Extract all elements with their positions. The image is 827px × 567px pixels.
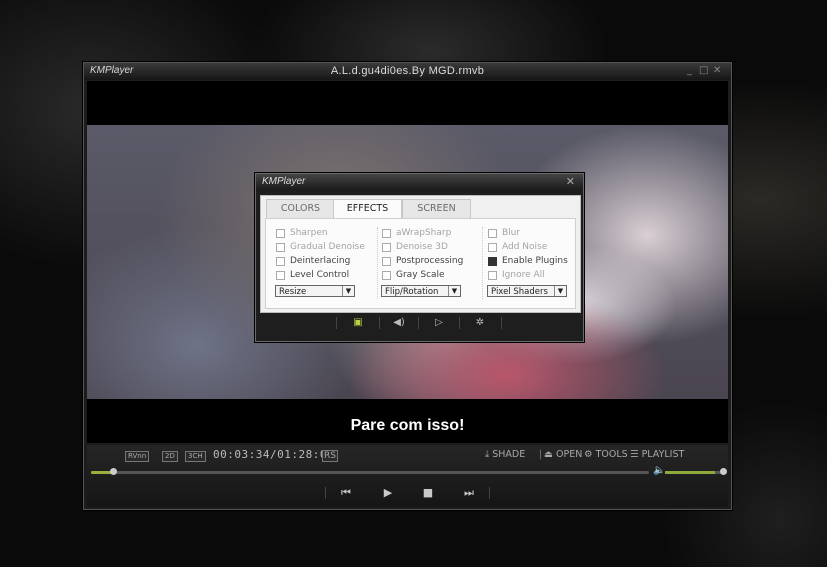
control-bar: RVnn 2D 3CH 00:03:34/01:28:08 RS ⤓ SHADE… xyxy=(87,445,728,507)
play-button[interactable]: ▶ xyxy=(378,485,398,501)
channel-tag[interactable]: 3CH xyxy=(185,451,206,462)
render-tag[interactable]: RVnn xyxy=(125,451,150,462)
time-display[interactable]: 00:03:34/01:28:08 xyxy=(213,448,334,461)
control-box-dialog: KMPlayer ✕ COLORS EFFECTS SCREEN Sharpen… xyxy=(255,173,584,342)
shade-button[interactable]: ⤓ SHADE xyxy=(485,449,525,460)
checkbox-checked[interactable] xyxy=(488,256,497,266)
pixel-shaders-select[interactable]: Pixel Shaders ▼ xyxy=(487,285,567,297)
tools-button[interactable]: ⚙ TOOLS xyxy=(584,449,628,460)
dialog-close-button[interactable]: ✕ xyxy=(566,175,575,188)
option-gray-scale[interactable]: Gray Scale xyxy=(382,268,463,282)
close-button[interactable]: ✕ xyxy=(713,64,721,78)
dialog-panel: COLORS EFFECTS SCREEN Sharpen Gradual De… xyxy=(260,195,581,313)
title-bar[interactable]: KMPlayer A.L.d.gu4di0es.By MGD.rmvb _ □ … xyxy=(84,63,731,80)
seek-bar[interactable] xyxy=(91,471,649,474)
open-button[interactable]: ⏏ OPEN xyxy=(544,449,582,460)
checkbox[interactable] xyxy=(382,256,391,266)
play-icon: ▶ xyxy=(383,486,393,499)
rs-toggle[interactable]: RS xyxy=(322,450,338,462)
effects-column-2: aWrapSharp Denoise 3D Postprocessing Gra… xyxy=(382,226,463,282)
checkbox[interactable] xyxy=(276,270,285,280)
divider xyxy=(379,317,380,329)
effects-column-1: Sharpen Gradual Denoise Deinterlacing Le… xyxy=(276,226,365,282)
option-level-control[interactable]: Level Control xyxy=(276,268,365,282)
option-add-noise[interactable]: Add Noise xyxy=(488,240,568,254)
chevron-down-icon: ▼ xyxy=(554,286,566,296)
square-icon: ▣ xyxy=(353,317,363,328)
option-gradual-denoise[interactable]: Gradual Denoise xyxy=(276,240,365,254)
subtitle-text: Pare com isso! xyxy=(350,417,465,434)
option-blur[interactable]: Blur xyxy=(488,226,568,240)
tab-colors[interactable]: COLORS xyxy=(266,199,335,218)
checkbox[interactable] xyxy=(488,242,497,252)
checkbox[interactable] xyxy=(382,228,391,238)
option-ignore-all[interactable]: Ignore All xyxy=(488,268,568,282)
gear-icon: ✲ xyxy=(475,317,485,328)
checkbox[interactable] xyxy=(488,270,497,280)
option-deinterlacing[interactable]: Deinterlacing xyxy=(276,254,365,268)
tab-screen[interactable]: SCREEN xyxy=(402,199,471,218)
eject-icon: ⏏ xyxy=(544,449,553,460)
menu-divider: | xyxy=(539,449,543,460)
checkbox[interactable] xyxy=(488,228,497,238)
divider xyxy=(459,317,460,329)
download-icon: ⤓ xyxy=(485,449,490,460)
list-icon: ☰ xyxy=(630,449,639,460)
option-awrapsharp[interactable]: aWrapSharp xyxy=(382,226,463,240)
video-effects-icon-button[interactable]: ▣ xyxy=(350,315,366,331)
tab-effects[interactable]: EFFECTS xyxy=(333,199,402,219)
option-sharpen[interactable]: Sharpen xyxy=(276,226,365,240)
playback-button[interactable]: ▷ xyxy=(431,315,447,331)
speaker-icon: ◀) xyxy=(393,317,405,328)
previous-button[interactable]: ⏮ xyxy=(336,485,356,501)
chevron-down-icon: ▼ xyxy=(342,286,354,296)
chevron-down-icon: ▼ xyxy=(448,286,460,296)
option-enable-plugins[interactable]: Enable Plugins xyxy=(488,254,568,268)
checkbox[interactable] xyxy=(276,228,285,238)
divider xyxy=(336,317,337,329)
maximize-button[interactable]: □ xyxy=(699,64,708,78)
option-postprocessing[interactable]: Postprocessing xyxy=(382,254,463,268)
divider xyxy=(418,317,419,329)
gear-icon: ⚙ xyxy=(584,449,593,460)
dialog-logo: KMPlayer xyxy=(262,176,306,187)
next-button[interactable]: ⏭ xyxy=(459,485,479,501)
minimize-button[interactable]: _ xyxy=(687,64,692,78)
flip-rotation-select[interactable]: Flip/Rotation ▼ xyxy=(381,285,461,297)
playlist-button[interactable]: ☰ PLAYLIST xyxy=(630,449,684,460)
dialog-title-bar[interactable]: KMPlayer ✕ xyxy=(256,174,583,190)
next-icon: ⏭ xyxy=(464,486,474,499)
volume-handle[interactable] xyxy=(720,468,727,475)
stop-icon: ■ xyxy=(422,486,434,499)
checkbox[interactable] xyxy=(276,256,285,266)
divider xyxy=(501,317,502,329)
volume-level xyxy=(665,471,716,474)
window-title: A.L.d.gu4di0es.By MGD.rmvb xyxy=(330,65,485,77)
divider xyxy=(325,487,326,499)
stereo-tag[interactable]: 2D xyxy=(162,451,178,462)
divider xyxy=(489,487,490,499)
resize-select[interactable]: Resize ▼ xyxy=(275,285,355,297)
speaker-icon[interactable]: 🔈 xyxy=(653,465,665,476)
checkbox[interactable] xyxy=(276,242,285,252)
column-divider xyxy=(482,227,483,299)
option-denoise-3d[interactable]: Denoise 3D xyxy=(382,240,463,254)
effects-column-3: Blur Add Noise Enable Plugins Ignore All xyxy=(488,226,568,282)
volume-slider[interactable] xyxy=(665,471,721,474)
column-divider xyxy=(377,227,378,299)
previous-icon: ⏮ xyxy=(341,486,351,499)
stop-button[interactable]: ■ xyxy=(418,485,438,501)
play-icon: ▷ xyxy=(435,317,443,328)
audio-effects-button[interactable]: ◀) xyxy=(391,315,407,331)
checkbox[interactable] xyxy=(382,242,391,252)
checkbox[interactable] xyxy=(382,270,391,280)
settings-button[interactable]: ✲ xyxy=(472,315,488,331)
